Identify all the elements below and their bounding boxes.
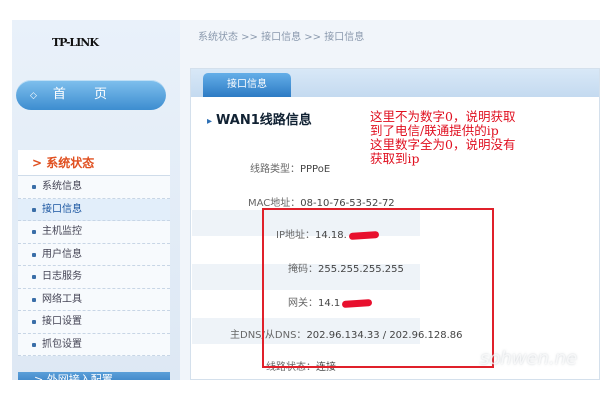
menu-item-host-monitor[interactable]: 主机监控 xyxy=(18,221,170,244)
menu-item-log-service[interactable]: 日志服务 xyxy=(18,266,170,289)
home-button[interactable]: ◇ 首 页 xyxy=(16,80,166,110)
section-title-wan1: WAN1线路信息 xyxy=(207,109,312,128)
line-type-label: 线路类型： xyxy=(250,164,300,175)
breadcrumb: 系统状态 >> 接口信息 >> 接口信息 xyxy=(198,32,365,43)
annotation-text: 这里不为数字0，说明获取 到了电信/联通提供的ip 这里数字全为0，说明没有 获… xyxy=(370,110,590,166)
menu-item-interface-settings[interactable]: 接口设置 xyxy=(18,311,170,334)
menu-item-network-tools[interactable]: 网络工具 xyxy=(18,288,170,311)
status-menu: > 系统状态 系统信息 接口信息 主机监控 用户信息 日志服务 网络工具 接口设… xyxy=(18,150,170,356)
field-line-type: 线路类型：PPPoE xyxy=(250,160,330,175)
menu-item-system-info[interactable]: 系统信息 xyxy=(18,176,170,199)
field-mac: MAC地址：08-10-76-53-52-72 xyxy=(248,194,395,209)
annotation-line: 到了电信/联通提供的ip xyxy=(370,123,499,138)
logo: TP-LINK xyxy=(52,36,99,49)
home-label: 首 页 xyxy=(52,87,120,102)
tab-bar: 接口信息 xyxy=(191,69,599,97)
annotation-line: 这里不为数字0，说明获取 xyxy=(370,109,516,124)
menu-head-system-status[interactable]: > 系统状态 xyxy=(18,150,170,176)
line-type-value: PPPoE xyxy=(300,164,331,175)
annotation-highlight-box xyxy=(262,208,494,368)
watermark: sohwen.ne xyxy=(480,348,578,369)
menu-section-wan-config[interactable]: > 外网接入配置 xyxy=(18,372,170,380)
menu-item-user-info[interactable]: 用户信息 xyxy=(18,243,170,266)
tab-interface-info[interactable]: 接口信息 xyxy=(203,73,291,97)
menu-item-capture-settings[interactable]: 抓包设置 xyxy=(18,333,170,356)
sidebar: TP-LINK ◇ 首 页 > 系统状态 系统信息 接口信息 主机监控 用户信息 … xyxy=(12,20,180,380)
menu-item-interface-info[interactable]: 接口信息 xyxy=(18,198,170,221)
annotation-line: 获取到ip xyxy=(370,151,420,166)
diamond-icon: ◇ xyxy=(30,91,37,101)
annotation-line: 这里数字全为0，说明没有 xyxy=(370,137,516,152)
